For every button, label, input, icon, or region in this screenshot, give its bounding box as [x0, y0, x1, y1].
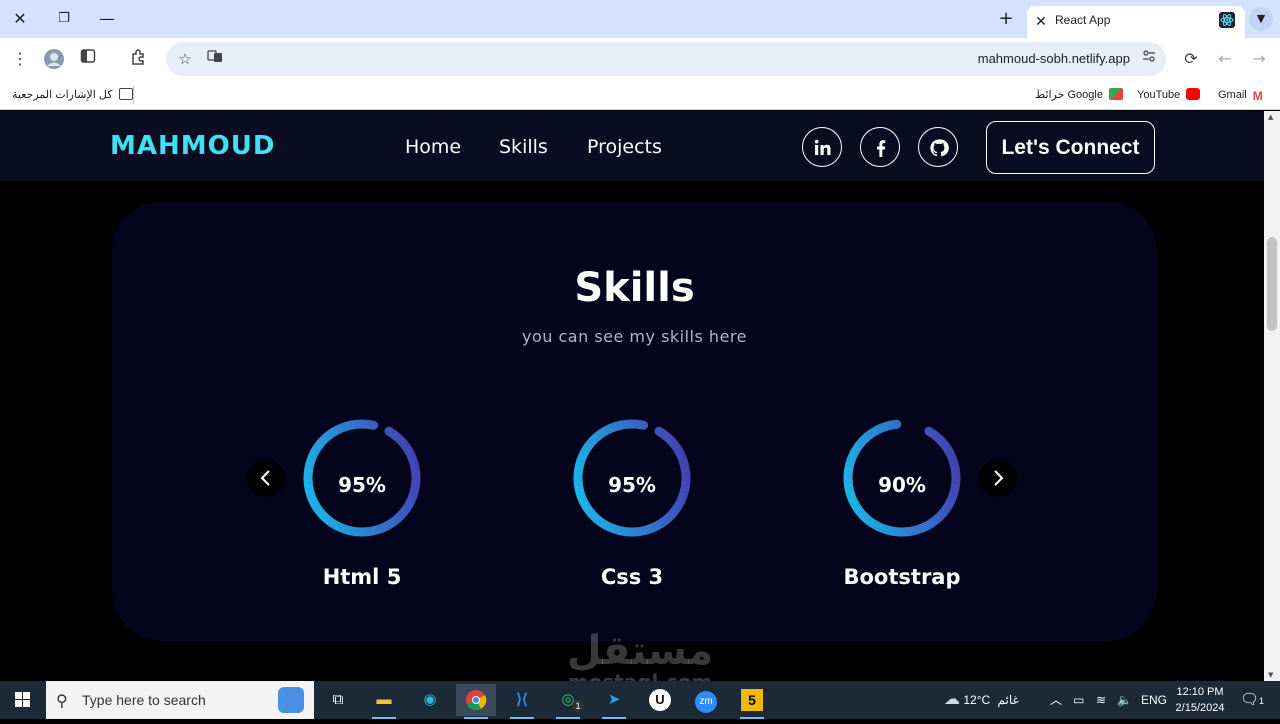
clock-date: 2/15/2024 — [1175, 702, 1225, 714]
bookmark-label: YouTube — [1137, 89, 1181, 101]
bookmark-label: Gmail — [1218, 89, 1247, 101]
clock-time: 12:10 PM — [1176, 686, 1224, 698]
telegram-icon[interactable]: ➤ — [594, 684, 634, 719]
vscode-icon[interactable]: ⟩⟨ — [502, 684, 542, 719]
file-explorer-icon[interactable]: ▬ — [364, 684, 404, 719]
windows-start-icon[interactable] — [0, 681, 46, 719]
upwork-icon[interactable]: U — [640, 684, 680, 716]
bookmarks-divider — [133, 86, 134, 104]
back-arrow-icon[interactable]: ← — [1214, 48, 1236, 70]
side-panel-icon[interactable] — [77, 48, 99, 70]
skill-item-bootstrap: 90% Bootstrap — [822, 415, 982, 589]
bookmark-star-icon[interactable]: ☆ — [174, 48, 196, 70]
new-tab-button[interactable]: + — [996, 8, 1016, 30]
bookmark-label: كل الإشارات المرجعية — [12, 89, 113, 101]
search-highlight-icon — [278, 687, 304, 713]
translate-icon[interactable] — [204, 48, 226, 70]
browser-tab-bar: ✕ ❐ — + ✕ React App ▼ — [0, 0, 1280, 38]
carousel-next-button[interactable] — [979, 459, 1017, 497]
extensions-icon[interactable] — [128, 48, 150, 70]
tab-close-icon[interactable]: ✕ — [1033, 12, 1049, 32]
gmail-icon: M — [1252, 89, 1263, 103]
nav-link-skills[interactable]: Skills — [499, 136, 548, 158]
chrome-icon[interactable] — [456, 684, 496, 719]
forward-arrow-icon[interactable]: → — [1248, 48, 1270, 70]
notifications-count: 1 — [1259, 696, 1265, 706]
tray-chevron-icon[interactable]: ︿ — [1050, 681, 1062, 719]
edge-icon[interactable]: ◉ — [410, 684, 450, 716]
windows-taskbar: ⚲ Type here to search ⧉ ▬ ◉ ⟩⟨ ◎ 1 ➤ U zm… — [0, 681, 1280, 719]
linkedin-icon[interactable] — [802, 127, 842, 167]
skill-item-css: 95% Css 3 — [552, 415, 712, 589]
github-icon[interactable] — [918, 127, 958, 167]
whatsapp-icon[interactable]: ◎ 1 — [548, 684, 588, 719]
mostaql-watermark: مستقل mostaql.com — [560, 629, 720, 681]
bookmark-youtube[interactable]: YouTube — [1137, 87, 1203, 103]
weather-widget[interactable]: ☁ 12°C غائم — [944, 681, 1019, 719]
restore-window-icon[interactable]: ❐ — [52, 8, 76, 30]
url-text: mahmoud-sobh.netlify.app — [977, 51, 1130, 66]
site-logo[interactable]: MAHMOUD — [110, 131, 275, 161]
watermark-arabic: مستقل — [566, 628, 714, 674]
bookmark-gmail[interactable]: Gmail M — [1218, 87, 1266, 103]
zoom-icon[interactable]: zm — [686, 684, 726, 716]
nav-link-home[interactable]: Home — [405, 136, 461, 158]
site-settings-icon[interactable] — [1138, 48, 1160, 70]
whatsapp-badge: 1 — [572, 700, 584, 712]
tab-search-chevron-icon[interactable]: ▼ — [1249, 7, 1273, 31]
notifications-icon[interactable]: 🗨1 — [1240, 681, 1264, 719]
wifi-icon[interactable]: ≋ — [1096, 681, 1106, 719]
bookmark-label: خرائط Google — [1035, 89, 1103, 101]
site-navbar: MAHMOUD Home Skills Projects Let's Conne… — [0, 111, 1264, 181]
taskbar-clock[interactable]: 12:10 PM 2/15/2024 — [1170, 684, 1230, 716]
youtube-icon — [1186, 88, 1201, 100]
tab-title: React App — [1055, 13, 1111, 27]
scroll-up-icon[interactable]: ▲ — [1268, 113, 1273, 121]
minimize-window-icon[interactable]: — — [95, 8, 119, 30]
reload-icon[interactable]: ⟳ — [1180, 48, 1202, 70]
skills-card: Skills you can see my skills here 95% Ht… — [112, 201, 1157, 641]
lets-connect-button[interactable]: Let's Connect — [986, 121, 1155, 174]
skill-item-html: 95% Html 5 — [282, 415, 442, 589]
carousel-prev-button[interactable] — [247, 459, 285, 497]
search-placeholder: Type here to search — [82, 692, 206, 708]
language-indicator[interactable]: ENG — [1141, 681, 1167, 719]
close-window-icon[interactable]: ✕ — [8, 8, 32, 30]
task-view-icon[interactable]: ⧉ — [318, 684, 358, 716]
folder-icon — [118, 88, 133, 100]
scrollbar-thumb[interactable] — [1267, 237, 1277, 331]
profile-avatar[interactable] — [43, 48, 65, 70]
google-maps-icon — [1109, 88, 1124, 100]
skill-name: Bootstrap — [843, 565, 961, 589]
bookmark-all-bookmarks[interactable]: كل الإشارات المرجعية — [12, 87, 136, 103]
skill-name: Css 3 — [600, 565, 664, 589]
browser-toolbar: ⋮ ☆ mahmoud-sobh.netlify.app ⟳ ← → — [0, 38, 1280, 80]
skills-title: Skills — [574, 265, 695, 311]
weather-label: غائم — [997, 693, 1019, 707]
skill-percent: 90% — [878, 473, 926, 497]
skills-subtitle: you can see my skills here — [522, 327, 747, 346]
watermark-latin: mostaql.com — [560, 672, 720, 681]
menu-dots-icon[interactable]: ⋮ — [9, 48, 31, 70]
bookmark-google-maps[interactable]: خرائط Google — [1035, 87, 1126, 103]
cloud-icon: ☁ — [944, 691, 960, 708]
skill-percent: 95% — [608, 473, 656, 497]
browser-tab[interactable]: ✕ React App — [1027, 6, 1245, 38]
nav-link-projects[interactable]: Projects — [587, 136, 662, 158]
page-scrollbar[interactable]: ▲ ▼ — [1264, 111, 1280, 681]
skill-name: Html 5 — [322, 565, 402, 589]
volume-icon[interactable]: 🔈 — [1117, 681, 1132, 719]
taskbar-search-box[interactable]: ⚲ Type here to search — [46, 681, 314, 719]
web-page: MAHMOUD Home Skills Projects Let's Conne… — [0, 111, 1264, 681]
battery-icon[interactable]: ▭ — [1073, 681, 1084, 719]
scroll-down-icon[interactable]: ▼ — [1268, 671, 1273, 679]
bookmarks-bar: كل الإشارات المرجعية خرائط Google YouTub… — [0, 80, 1280, 110]
address-bar[interactable]: ☆ mahmoud-sobh.netlify.app — [166, 42, 1166, 76]
html5-app-icon[interactable]: 5 — [732, 684, 772, 719]
facebook-icon[interactable] — [860, 127, 900, 167]
react-favicon-icon — [1219, 12, 1235, 28]
weather-temp: 12°C — [963, 693, 991, 707]
search-icon: ⚲ — [56, 693, 68, 710]
skill-percent: 95% — [338, 473, 386, 497]
